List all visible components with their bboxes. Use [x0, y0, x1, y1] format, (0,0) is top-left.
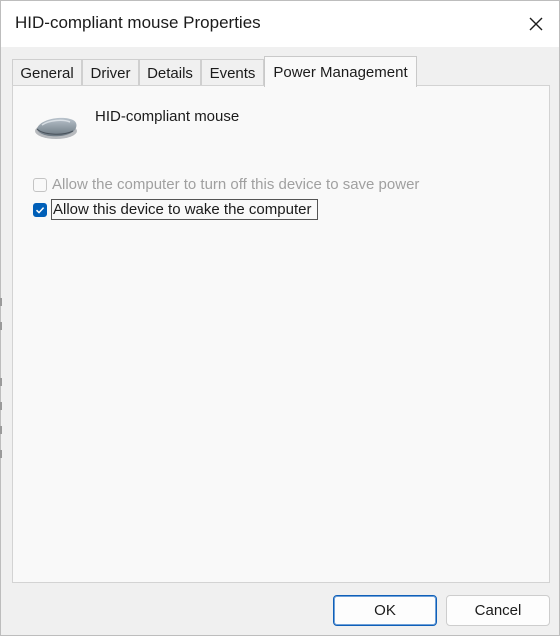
allow-turn-off-option[interactable]: Allow the computer to turn off this devi…: [33, 175, 425, 194]
ok-button-label: OK: [374, 602, 396, 619]
tab-power-management[interactable]: Power Management: [264, 56, 417, 87]
background-window-edge: [0, 322, 3, 330]
mouse-icon: [35, 117, 77, 139]
background-window-edge: [0, 426, 3, 434]
close-icon: [529, 17, 543, 31]
tab-general[interactable]: General: [12, 59, 82, 86]
tab-label: General: [20, 64, 74, 82]
background-window-edge: [0, 298, 3, 306]
tab-driver[interactable]: Driver: [82, 59, 139, 86]
cancel-button[interactable]: Cancel: [446, 595, 550, 626]
tab-strip: General Driver Details Events Power Mana…: [12, 56, 552, 87]
window-title: HID-compliant mouse Properties: [15, 13, 261, 32]
title-bar[interactable]: HID-compliant mouse Properties: [1, 1, 559, 47]
background-window-edge: [0, 450, 3, 458]
allow-wake-label: Allow this device to wake the computer: [51, 199, 319, 220]
allow-wake-option[interactable]: Allow this device to wake the computer: [33, 199, 319, 220]
properties-dialog: HID-compliant mouse Properties General D…: [0, 0, 560, 636]
background-window-edge: [0, 402, 3, 410]
tab-label: Details: [147, 64, 193, 82]
allow-wake-checkbox[interactable]: [33, 202, 47, 217]
tab-label: Driver: [90, 64, 131, 82]
ok-button[interactable]: OK: [333, 595, 437, 626]
device-name: HID-compliant mouse: [95, 108, 240, 125]
tab-details[interactable]: Details: [139, 59, 201, 86]
cancel-button-label: Cancel: [474, 602, 522, 619]
close-button[interactable]: [513, 1, 559, 47]
power-management-panel: HID-compliant mouse Allow the computer t…: [12, 85, 550, 583]
tab-label: Power Management: [273, 63, 408, 81]
tab-events[interactable]: Events: [201, 59, 264, 86]
allow-turn-off-label: Allow the computer to turn off this devi…: [52, 176, 420, 193]
tab-label: Events: [209, 64, 256, 82]
checkmark-icon: [35, 206, 45, 214]
background-window-edge: [0, 378, 3, 386]
allow-turn-off-checkbox[interactable]: [33, 177, 47, 192]
